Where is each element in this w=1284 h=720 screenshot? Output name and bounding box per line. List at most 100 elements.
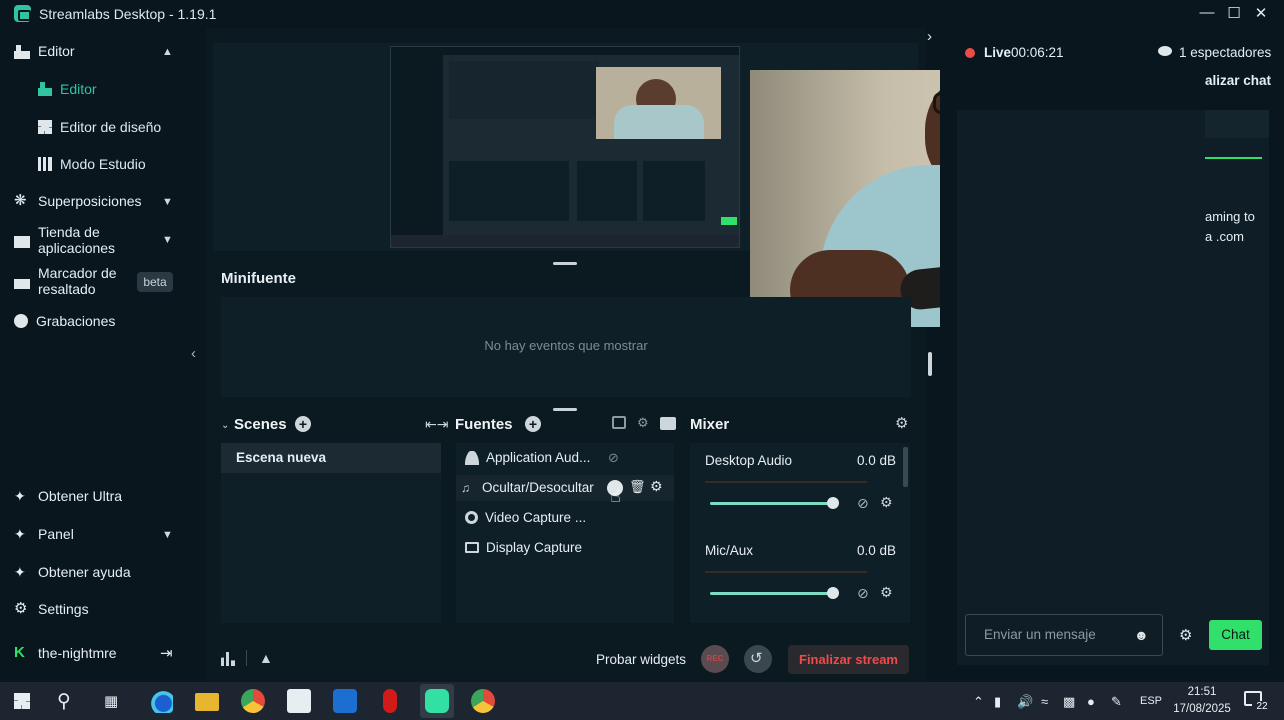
sidebar-item-settings[interactable]: ⚙ Settings: [14, 601, 89, 618]
chevron-up-icon[interactable]: ▲: [162, 46, 173, 58]
source-settings-icon[interactable]: ⚙: [637, 415, 649, 431]
kick-logo-icon: K: [14, 644, 25, 661]
mute-icon[interactable]: ⊘: [857, 585, 869, 602]
mute-icon[interactable]: ⊘: [857, 495, 869, 512]
notifications-bell-icon[interactable]: ▲: [259, 650, 273, 666]
wifi-icon[interactable]: ≈: [1041, 694, 1048, 709]
sidebar-item-layout-editor[interactable]: Editor de diseño: [38, 119, 161, 135]
visibility-off-icon[interactable]: ⊘: [608, 450, 619, 466]
chevron-down-icon[interactable]: ▼: [162, 196, 173, 208]
source-select-icon[interactable]: [612, 416, 626, 429]
layout-grid-icon: [38, 120, 52, 134]
source-item[interactable]: Video Capture ...: [465, 510, 586, 525]
gear-icon[interactable]: ⚙: [880, 494, 893, 511]
sidebar-item-highlighter[interactable]: Marcador de resaltado: [14, 265, 117, 297]
live-status: Live00:06:21: [984, 45, 1064, 60]
volume-slider-knob[interactable]: [827, 497, 839, 509]
sidebar-item-help[interactable]: ✦ Obtener ayuda: [14, 564, 131, 580]
gear-icon[interactable]: ⚙: [1179, 626, 1192, 644]
chevron-down-icon[interactable]: ⌄: [221, 420, 229, 431]
end-chat-header[interactable]: alizar chat: [1205, 73, 1271, 88]
collapse-sidebar-icon[interactable]: ‹: [191, 345, 196, 362]
volume-meter: [705, 481, 867, 483]
test-widgets-button[interactable]: Probar widgets: [596, 652, 686, 667]
replay-buffer-button[interactable]: ↺: [744, 645, 772, 673]
folder-icon[interactable]: [660, 417, 676, 430]
chat-send-button[interactable]: Chat: [1209, 620, 1262, 650]
recordings-icon: [14, 314, 28, 328]
panel-icon: ✦: [14, 526, 26, 542]
emoji-icon[interactable]: ☻: [1134, 627, 1149, 643]
source-item[interactable]: ♫ Ocultar/Desocultar: [461, 480, 594, 495]
scenes-title: Scenes: [234, 416, 287, 433]
task-view-icon[interactable]: ▦: [104, 692, 118, 710]
keyboard-language[interactable]: ESP: [1140, 695, 1162, 707]
chevron-right-icon[interactable]: ›: [927, 28, 932, 45]
microphone-icon[interactable]: ●: [1087, 694, 1095, 709]
source-item[interactable]: Application Aud...: [465, 450, 590, 465]
close-icon[interactable]: ✕: [1251, 4, 1271, 22]
sidebar-item-label: Obtener ayuda: [38, 564, 131, 580]
sidebar-item-panel[interactable]: ✦ Panel: [14, 526, 74, 542]
trash-icon[interactable]: 🗑: [629, 479, 646, 495]
store-icon[interactable]: [287, 689, 311, 713]
sidebar-item-studio-mode[interactable]: Modo Estudio: [38, 156, 146, 172]
gear-icon[interactable]: ⚙: [650, 478, 663, 495]
highlighter-icon: [14, 273, 30, 289]
end-stream-button[interactable]: Finalizar stream: [788, 645, 909, 674]
volume-slider[interactable]: [710, 502, 834, 505]
battery-icon[interactable]: ▮: [994, 694, 1001, 710]
edge-browser-icon[interactable]: [149, 689, 173, 713]
pen-icon[interactable]: ✎: [1111, 694, 1122, 710]
mixer-title: Mixer: [690, 416, 730, 433]
sidebar-item-app-store[interactable]: Tienda de aplicaciones: [14, 224, 115, 256]
volume-slider-knob[interactable]: [827, 587, 839, 599]
minifeed-title: Minifuente: [221, 270, 296, 287]
mixer-channel-level: 0.0 dB: [857, 543, 897, 558]
add-scene-icon[interactable]: +: [295, 416, 311, 432]
sidebar-item-editor[interactable]: Editor: [38, 81, 97, 97]
gear-icon[interactable]: ⚙: [880, 584, 893, 601]
editor-icon: [14, 43, 30, 59]
chat-tab-strip: [1205, 110, 1269, 138]
logout-icon[interactable]: ⇥: [160, 644, 173, 662]
resize-handle[interactable]: [553, 408, 577, 411]
sidebar-item-label: Editor: [38, 43, 75, 59]
file-explorer-icon[interactable]: [195, 693, 219, 711]
streamlabs-logo-icon: [14, 5, 31, 22]
sidebar-item-overlays[interactable]: ❋ Superposiciones: [14, 193, 142, 210]
vertical-resize-handle[interactable]: [928, 352, 932, 376]
outlook-icon[interactable]: [333, 689, 357, 713]
meet-now-icon[interactable]: ▩: [1063, 694, 1075, 710]
speaker-icon[interactable]: 🔊: [1017, 694, 1033, 710]
webcam-icon: [465, 511, 478, 524]
gear-icon[interactable]: ⚙: [895, 414, 908, 432]
chrome-icon[interactable]: [241, 689, 265, 713]
windows-start-icon[interactable]: [14, 693, 30, 709]
scene-transitions-icon[interactable]: ⇤⇥: [425, 416, 448, 433]
sidebar-item-recordings[interactable]: Grabaciones: [14, 313, 115, 329]
sidebar-item-label: Panel: [38, 526, 74, 542]
volume-slider[interactable]: [710, 592, 834, 595]
sidebar-item-editor-group[interactable]: Editor: [14, 43, 75, 59]
chevron-up-icon[interactable]: ⌃: [973, 694, 984, 710]
add-source-icon[interactable]: +: [525, 416, 541, 432]
opera-icon[interactable]: [383, 689, 397, 713]
sidebar-item-account[interactable]: K the-nightmre: [14, 644, 117, 662]
clock-time[interactable]: 21:51: [1172, 686, 1232, 698]
source-item[interactable]: Display Capture: [465, 540, 582, 555]
sidebar-item-ultra[interactable]: ✦ Obtener Ultra: [14, 488, 122, 504]
record-button[interactable]: REC: [701, 645, 729, 673]
store-icon: [14, 232, 30, 248]
chrome-profile-icon[interactable]: [471, 689, 495, 713]
search-icon[interactable]: ⚲: [57, 690, 71, 713]
mixer-scrollbar[interactable]: [903, 447, 908, 487]
chevron-down-icon[interactable]: ▼: [162, 529, 173, 541]
sidebar-item-label: Editor de diseño: [60, 119, 162, 135]
streamlabs-taskbar-icon[interactable]: [425, 689, 449, 713]
chevron-down-icon[interactable]: ▼: [162, 234, 173, 246]
maximize-icon[interactable]: ☐: [1224, 4, 1244, 22]
minimize-icon[interactable]: —: [1197, 4, 1217, 21]
resize-handle[interactable]: [553, 262, 577, 265]
clock-date[interactable]: 17/08/2025: [1168, 703, 1236, 715]
